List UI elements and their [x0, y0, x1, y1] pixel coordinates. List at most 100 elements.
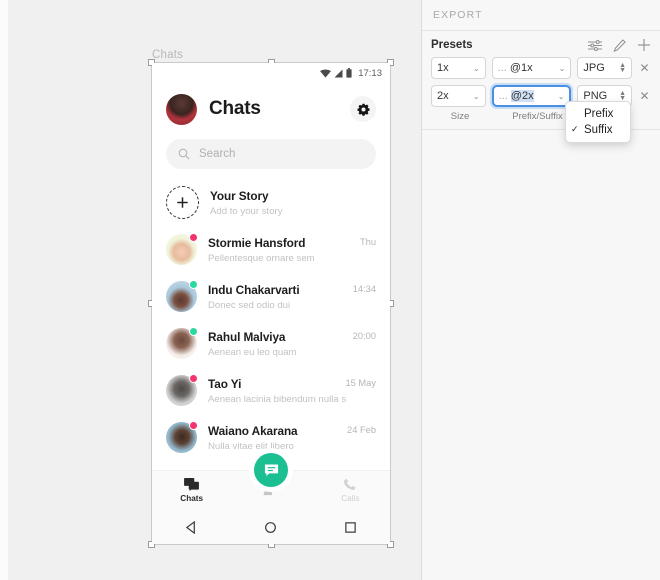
contact-name: Indu Chakarvarti	[208, 282, 300, 297]
suffix-input[interactable]: ... @1x ⌄	[491, 57, 572, 79]
battery-icon	[346, 68, 352, 78]
story-text: Your Story Add to your story	[210, 189, 376, 217]
back-triangle-icon[interactable]	[185, 520, 198, 534]
status-badge	[189, 280, 198, 289]
signal-icon	[334, 69, 343, 77]
add-story-button[interactable]	[166, 186, 199, 219]
design-canvas[interactable]: Chats 17:13 Chats Search Your Story Add …	[0, 0, 421, 580]
search-input[interactable]: Search	[166, 139, 376, 169]
suffix-hint: ...	[497, 62, 507, 74]
phone-status-bar: 17:13	[152, 63, 390, 83]
stepper-icon[interactable]: ▲ ▼	[619, 90, 626, 102]
chevron-down-icon: ⌄	[472, 91, 480, 101]
check-icon: ✓	[571, 124, 579, 134]
nav-label-calls: Calls	[341, 494, 360, 503]
presets-header: Presets	[422, 31, 660, 54]
table-row[interactable]: Rahul Malviya Aenean eu leo quam 20:00	[152, 320, 390, 367]
chevron-down-icon: ⌄	[472, 63, 480, 73]
chats-icon	[184, 478, 200, 491]
dropdown-item-suffix[interactable]: ✓ Suffix	[566, 122, 630, 138]
row-text: Rahul Malviya Aenean eu leo quam	[208, 330, 353, 358]
wifi-icon	[320, 69, 332, 78]
search-placeholder: Search	[199, 148, 236, 160]
avatar[interactable]	[166, 327, 198, 359]
new-chat-fab[interactable]	[254, 453, 288, 487]
message-preview: Nulla vitae elit libero	[208, 440, 294, 452]
timestamp: Thu	[359, 237, 376, 247]
contact-name: Stormie Hansford	[208, 235, 306, 250]
search-icon	[178, 148, 190, 160]
gear-icon	[357, 103, 369, 116]
presets-actions	[588, 38, 651, 52]
row-text: Indu Chakarvarti Donec sed odio dui	[208, 283, 353, 311]
message-preview: Donec sed odio dui	[208, 299, 291, 311]
recents-square-icon[interactable]	[344, 521, 357, 534]
chat-bubble-icon	[264, 464, 278, 476]
chat-list: Your Story Add to your story Stormie Han…	[152, 179, 390, 461]
nav-item-chats[interactable]: Chats	[152, 478, 231, 503]
timestamp: 15 May	[345, 378, 377, 388]
contact-name: Waiano Akarana	[208, 423, 298, 438]
contact-name: Rahul Malviya	[208, 329, 286, 344]
stepper-icon[interactable]: ▲ ▼	[619, 62, 626, 74]
avatar[interactable]	[166, 233, 198, 265]
presets-title: Presets	[431, 39, 473, 51]
story-subtitle: Add to your story	[210, 205, 283, 217]
plus-icon[interactable]	[637, 38, 651, 52]
page-title: Chats	[209, 98, 261, 119]
table-row[interactable]: Indu Chakarvarti Donec sed odio dui 14:3…	[152, 273, 390, 320]
format-select[interactable]: JPG ▲ ▼	[577, 57, 633, 79]
android-system-nav	[152, 510, 390, 544]
size-value: 1x	[437, 62, 449, 74]
home-circle-icon[interactable]	[264, 521, 277, 534]
nav-label-chats: Chats	[180, 494, 204, 503]
preset-row: 1x ⌄ ... @1x ⌄ JPG ▲ ▼ ✕	[422, 54, 660, 82]
timestamp: 14:34	[352, 284, 376, 294]
suffix-input[interactable]: ... @2x ⌄	[491, 85, 572, 107]
remove-preset-button[interactable]: ✕	[638, 61, 651, 75]
size-value: 2x	[437, 90, 449, 102]
artboard-label[interactable]: Chats	[152, 49, 183, 61]
app-root: Chats 17:13 Chats Search Your Story Add …	[0, 0, 660, 580]
suffix-value: @2x	[510, 90, 534, 102]
status-badge	[189, 327, 198, 336]
remove-preset-button[interactable]: ✕	[638, 89, 651, 103]
status-badge	[189, 374, 198, 383]
phone-icon	[344, 478, 356, 491]
chevron-down-icon[interactable]: ⌄	[558, 92, 565, 101]
format-value: JPG	[583, 62, 605, 74]
suffix-value: @1x	[509, 62, 533, 74]
row-text: Stormie Hansford Pellentesque ornare sem	[208, 236, 360, 264]
row-text: Waiano Akarana Nulla vitae elit libero	[208, 424, 347, 452]
sliders-icon[interactable]	[588, 39, 602, 52]
chevron-down-icon: ⌄	[558, 63, 566, 73]
message-preview: Aenean lacinia bibendum nulla sed consec…	[208, 393, 346, 405]
message-preview: Pellentesque ornare sem	[208, 252, 315, 264]
table-row[interactable]: Tao Yi Aenean lacinia bibendum nulla sed…	[152, 367, 390, 414]
your-story-row[interactable]: Your Story Add to your story	[152, 179, 390, 226]
size-select[interactable]: 1x ⌄	[431, 57, 486, 79]
nav-item-calls[interactable]: Calls	[311, 478, 390, 503]
table-row[interactable]: Stormie Hansford Pellentesque ornare sem…	[152, 226, 390, 273]
timestamp: 24 Feb	[347, 425, 376, 435]
status-badge	[189, 421, 198, 430]
settings-button[interactable]	[350, 96, 376, 122]
dropdown-label: Suffix	[584, 124, 613, 136]
avatar[interactable]	[166, 421, 198, 453]
message-preview: Aenean eu leo quam	[208, 346, 297, 358]
phone-top-bar: Chats	[152, 83, 390, 135]
export-panel: EXPORT Presets 1x ⌄ ... @1x ⌄ JPG ▲ ▼ ✕ …	[421, 0, 660, 580]
pencil-icon[interactable]	[613, 38, 626, 52]
phone-artboard[interactable]: 17:13 Chats Search Your Story Add to you…	[152, 63, 390, 544]
status-bar-time: 17:13	[358, 67, 382, 79]
avatar[interactable]	[166, 374, 198, 406]
timestamp: 20:00	[352, 331, 376, 341]
avatar[interactable]	[166, 280, 198, 312]
status-badge	[189, 233, 198, 242]
prefix-suffix-dropdown[interactable]: Prefix ✓ Suffix	[565, 101, 631, 143]
row-text: Tao Yi Aenean lacinia bibendum nulla sed…	[208, 377, 346, 405]
size-select[interactable]: 2x ⌄	[431, 85, 486, 107]
dropdown-item-prefix[interactable]: Prefix	[566, 106, 630, 122]
contact-name: Tao Yi	[208, 376, 242, 391]
avatar[interactable]	[166, 93, 197, 125]
